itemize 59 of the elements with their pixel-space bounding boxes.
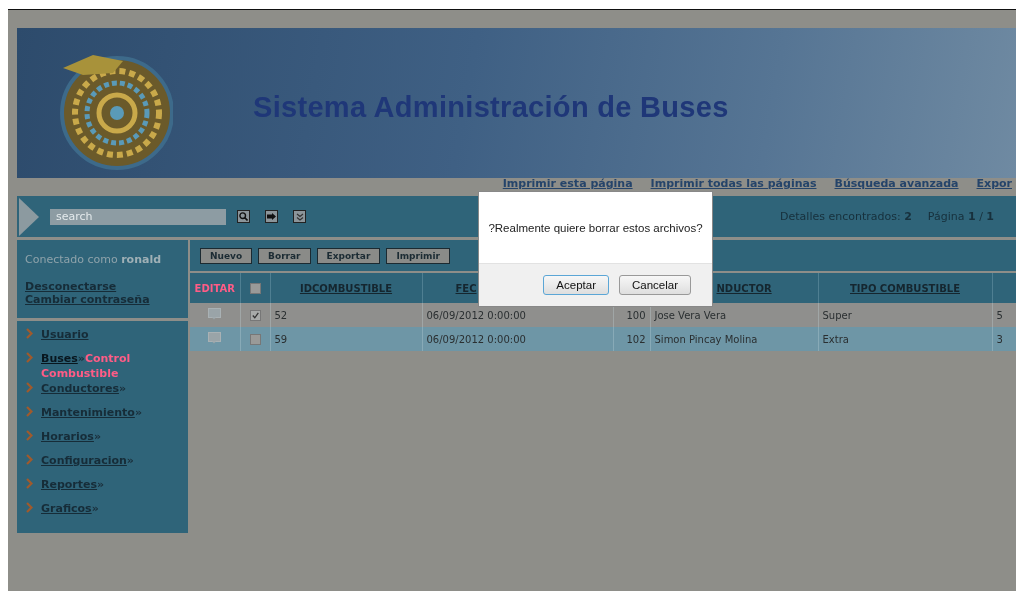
menu-item[interactable]: Usuario bbox=[41, 327, 180, 342]
menu-item[interactable]: Graficos» bbox=[41, 501, 180, 516]
select-all-checkbox[interactable] bbox=[249, 282, 261, 294]
toolbar-button[interactable]: Imprimir bbox=[386, 247, 450, 264]
menu-item[interactable]: Configuracion» bbox=[41, 453, 180, 468]
search-icon bbox=[239, 212, 248, 221]
logged-in-text: Conectado como ronald bbox=[25, 253, 163, 266]
menu-item[interactable]: Buses»Control Combustible bbox=[41, 351, 180, 381]
table-cell: 102 bbox=[626, 333, 646, 345]
column-header: EDITAR bbox=[190, 273, 240, 303]
chevron-icon bbox=[26, 328, 33, 339]
chevron-icon bbox=[26, 406, 33, 417]
account-link[interactable]: Desconectarse bbox=[25, 280, 117, 293]
dialog-message: ?Realmente quiere borrar estos archivos? bbox=[488, 221, 703, 234]
toolbar-button[interactable]: Exportar bbox=[316, 247, 381, 264]
table-cell: 06/09/2012 0:00:00 bbox=[426, 309, 526, 321]
top-link[interactable]: Expor bbox=[976, 178, 1012, 196]
chevron-icon bbox=[26, 454, 33, 465]
menu-item[interactable]: Conductores» bbox=[41, 381, 180, 396]
expand-button[interactable] bbox=[293, 210, 306, 223]
chevron-icon bbox=[26, 382, 33, 393]
search-field[interactable]: search bbox=[50, 208, 226, 225]
table-cell: 06/09/2012 0:00:00 bbox=[426, 333, 526, 345]
table-cell: 59 bbox=[274, 333, 288, 345]
chevron-icon bbox=[26, 430, 33, 441]
arrow-right-icon bbox=[267, 213, 276, 220]
table-cell: Extra bbox=[822, 333, 849, 345]
chevron-icon bbox=[26, 478, 33, 489]
double-chevron-down-icon bbox=[295, 212, 304, 221]
table-row[interactable]: 52 06/09/2012 0:00:00 100 Jose Vera Vera Super 5 bbox=[190, 303, 1016, 327]
dialog-button[interactable]: Cancelar bbox=[618, 275, 691, 295]
top-link[interactable]: Búsqueda avanzada bbox=[834, 178, 959, 196]
triangle-icon bbox=[19, 197, 39, 236]
table-cell: Simon Pincay Molina bbox=[654, 333, 758, 345]
account-link[interactable]: Cambiar contraseña bbox=[25, 293, 150, 306]
chevron-icon bbox=[26, 502, 33, 513]
table-row[interactable]: 59 06/09/2012 0:00:00 102 Simon Pincay Molina Extra 3 bbox=[190, 327, 1016, 351]
top-link[interactable]: Imprimir todas las páginas bbox=[650, 178, 817, 196]
results-count: Detalles encontrados: 2 bbox=[780, 210, 912, 223]
table-cell: 52 bbox=[274, 309, 288, 321]
menu-item[interactable]: Mantenimiento» bbox=[41, 405, 180, 420]
column-header[interactable]: IDCOMBUSTIBLE bbox=[270, 273, 422, 303]
export-button[interactable] bbox=[265, 210, 278, 223]
table-cell: Jose Vera Vera bbox=[654, 309, 727, 321]
row-checkbox[interactable] bbox=[249, 309, 261, 321]
table-cell: 5 bbox=[996, 309, 1003, 321]
chevron-icon bbox=[26, 352, 33, 363]
table-cell: 3 bbox=[996, 333, 1003, 345]
toolbar-button[interactable]: Nuevo bbox=[200, 247, 253, 264]
row-checkbox[interactable] bbox=[249, 333, 261, 345]
toolbar-button[interactable]: Borrar bbox=[258, 247, 311, 264]
page-indicator: Página 1 / 1 bbox=[927, 210, 994, 223]
table-cell: Super bbox=[822, 309, 852, 321]
table-cell: 100 bbox=[626, 309, 646, 321]
menu-item[interactable]: Reportes» bbox=[41, 477, 180, 492]
menu-item[interactable]: Horarios» bbox=[41, 429, 180, 444]
column-header[interactable]: TIPO COMBUSTIBLE bbox=[818, 273, 992, 303]
search-button[interactable] bbox=[237, 210, 250, 223]
dialog-button[interactable]: Aceptar bbox=[543, 275, 609, 295]
